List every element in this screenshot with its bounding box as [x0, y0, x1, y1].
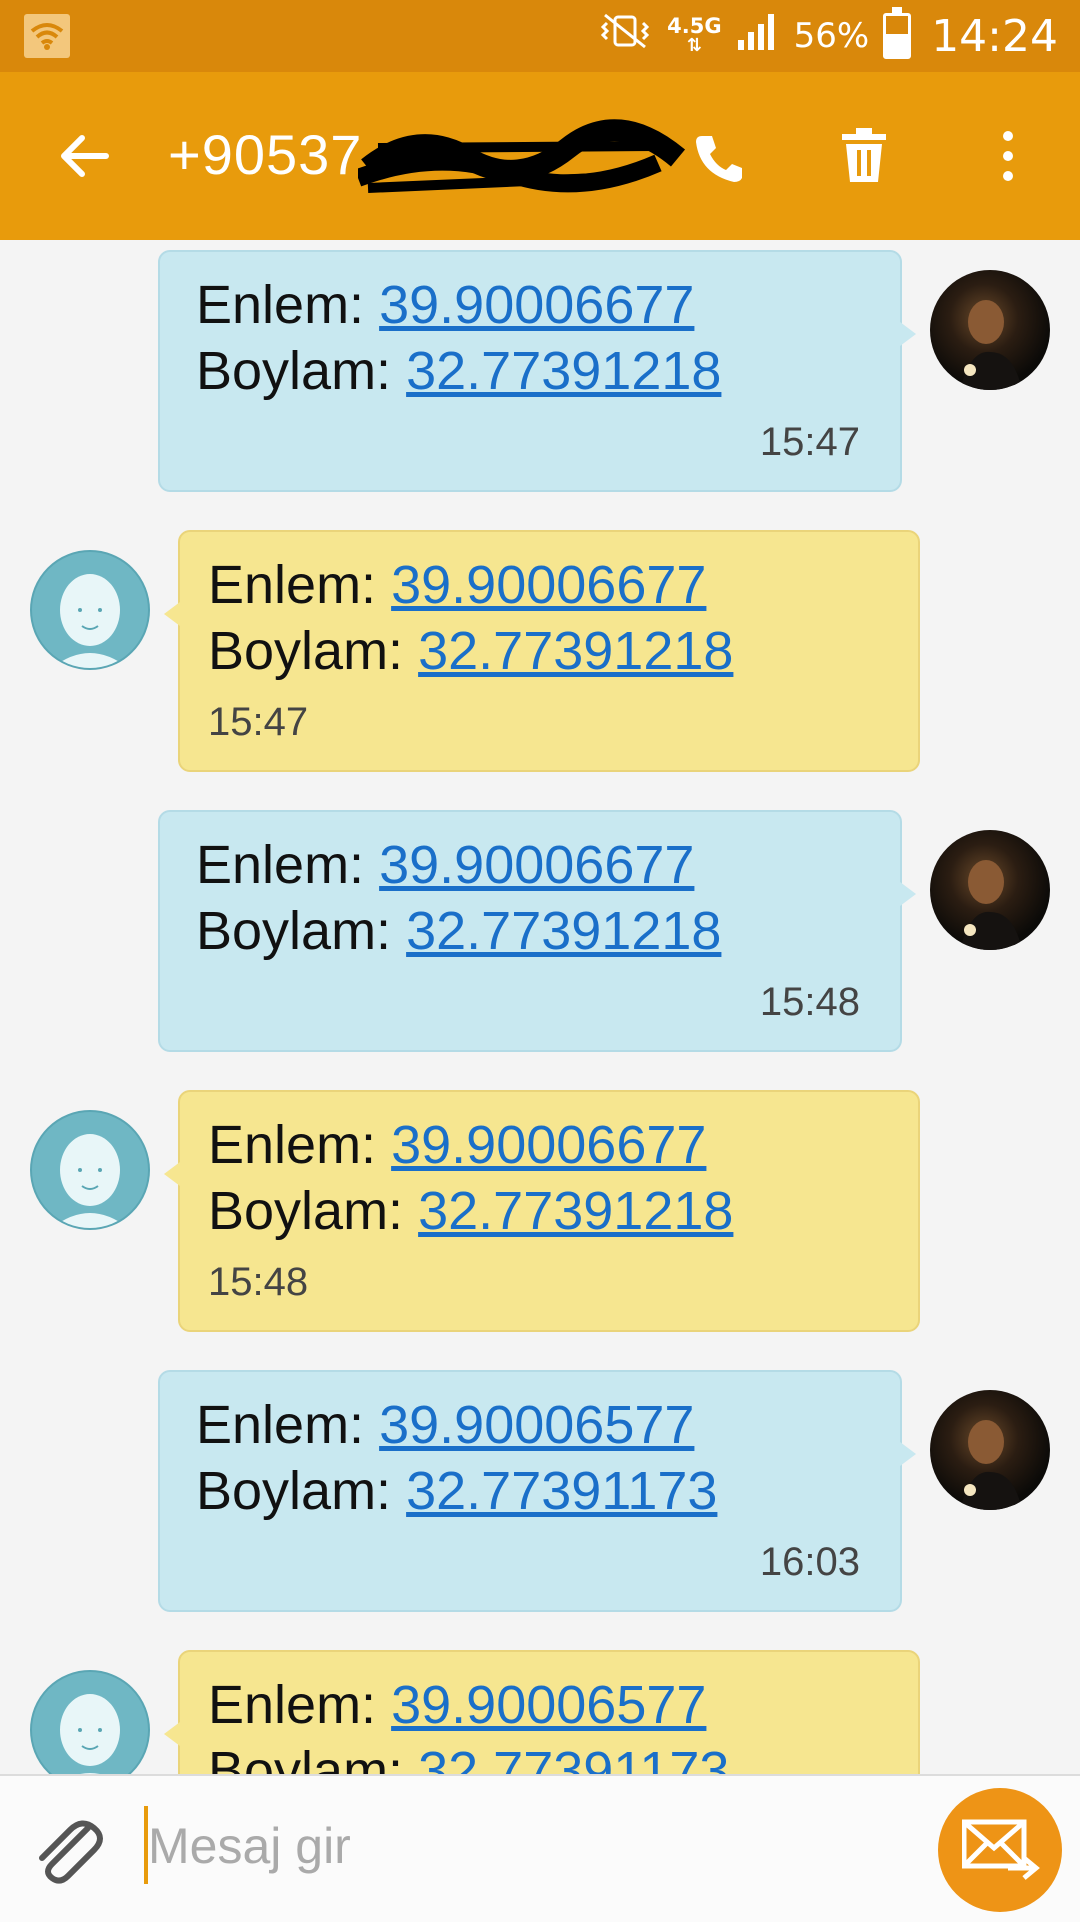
- avatar-me[interactable]: [930, 830, 1050, 950]
- message-bubble-sent[interactable]: Enlem: 39.90006677 Boylam: 32.77391218 1…: [158, 250, 916, 492]
- avatar-me[interactable]: [930, 270, 1050, 390]
- latitude-line: Enlem: 39.90006677: [196, 275, 695, 335]
- message-time: 15:47: [759, 420, 860, 464]
- message-time: 16:03: [759, 1540, 860, 1584]
- vibrate-mute-icon: [597, 11, 653, 61]
- wifi-icon: [24, 14, 70, 58]
- message-bubble-received[interactable]: Enlem: 39.90006577 Boylam: 32.77391173: [164, 1650, 920, 1774]
- avatar-contact[interactable]: [30, 1670, 150, 1774]
- latitude-line: Enlem: 39.90006577: [208, 1675, 707, 1735]
- message-composer: [0, 1774, 1080, 1922]
- send-button[interactable]: [938, 1788, 1062, 1912]
- latitude-link[interactable]: 39.90006677: [379, 835, 694, 895]
- back-arrow-icon[interactable]: [56, 128, 112, 184]
- latitude-link[interactable]: 39.90006677: [379, 275, 694, 335]
- longitude-link[interactable]: 32.77391173: [406, 1461, 717, 1521]
- latitude-line: Enlem: 39.90006577: [196, 1395, 695, 1455]
- longitude-line: Boylam: 32.77391218: [196, 341, 722, 401]
- signal-icon: [736, 10, 780, 62]
- longitude-line: Boylam: 32.77391173: [196, 1461, 718, 1521]
- longitude-link[interactable]: 32.77391218: [418, 621, 733, 681]
- paperclip-icon[interactable]: [30, 1812, 104, 1892]
- latitude-link[interactable]: 39.90006677: [391, 1115, 706, 1175]
- message-time: 15:48: [759, 980, 860, 1024]
- battery-icon: [883, 7, 912, 59]
- redaction-scribble: [354, 118, 688, 196]
- latitude-line: Enlem: 39.90006677: [208, 1115, 707, 1175]
- avatar-contact[interactable]: [30, 1110, 150, 1230]
- clock: 14:24: [931, 10, 1058, 62]
- avatar-contact[interactable]: [30, 550, 150, 670]
- longitude-line: Boylam: 32.77391218: [208, 621, 734, 681]
- latitude-line: Enlem: 39.90006677: [208, 555, 707, 615]
- message-bubble-received[interactable]: Enlem: 39.90006677 Boylam: 32.77391218 1…: [164, 530, 920, 772]
- message-bubble-sent[interactable]: Enlem: 39.90006577 Boylam: 32.77391173 1…: [158, 1370, 916, 1612]
- latitude-link[interactable]: 39.90006677: [391, 555, 706, 615]
- latitude-link[interactable]: 39.90006577: [379, 1395, 694, 1455]
- longitude-link[interactable]: 32.77391173: [418, 1741, 729, 1774]
- trash-icon[interactable]: [838, 128, 890, 184]
- longitude-line: Boylam: 32.77391218: [208, 1181, 734, 1241]
- longitude-line: Boylam: 32.77391173: [208, 1740, 729, 1774]
- send-envelope-icon: [962, 1819, 1040, 1880]
- contact-number: +90537: [168, 123, 363, 186]
- message-input[interactable]: [146, 1800, 910, 1892]
- phone-icon[interactable]: [690, 130, 746, 186]
- latitude-line: Enlem: 39.90006677: [196, 835, 695, 895]
- longitude-line: Boylam: 32.77391218: [196, 901, 722, 961]
- message-list[interactable]: Enlem: 39.90006677 Boylam: 32.77391218 1…: [0, 240, 1080, 1774]
- longitude-link[interactable]: 32.77391218: [406, 901, 721, 961]
- app-bar: +90537: [0, 72, 1080, 240]
- network-type: 4.5G ⇅: [667, 14, 722, 56]
- message-bubble-sent[interactable]: Enlem: 39.90006677 Boylam: 32.77391218 1…: [158, 810, 916, 1052]
- status-bar: 4.5G ⇅ 56% 14:24: [0, 0, 1080, 72]
- battery-percent: 56%: [793, 16, 870, 56]
- message-time: 15:48: [208, 1260, 309, 1304]
- longitude-link[interactable]: 32.77391218: [406, 341, 721, 401]
- more-vert-icon[interactable]: [994, 128, 1022, 184]
- message-time: 15:47: [208, 700, 309, 744]
- message-bubble-received[interactable]: Enlem: 39.90006677 Boylam: 32.77391218 1…: [164, 1090, 920, 1332]
- latitude-link[interactable]: 39.90006577: [391, 1675, 706, 1735]
- avatar-me[interactable]: [930, 1390, 1050, 1510]
- longitude-link[interactable]: 32.77391218: [418, 1181, 733, 1241]
